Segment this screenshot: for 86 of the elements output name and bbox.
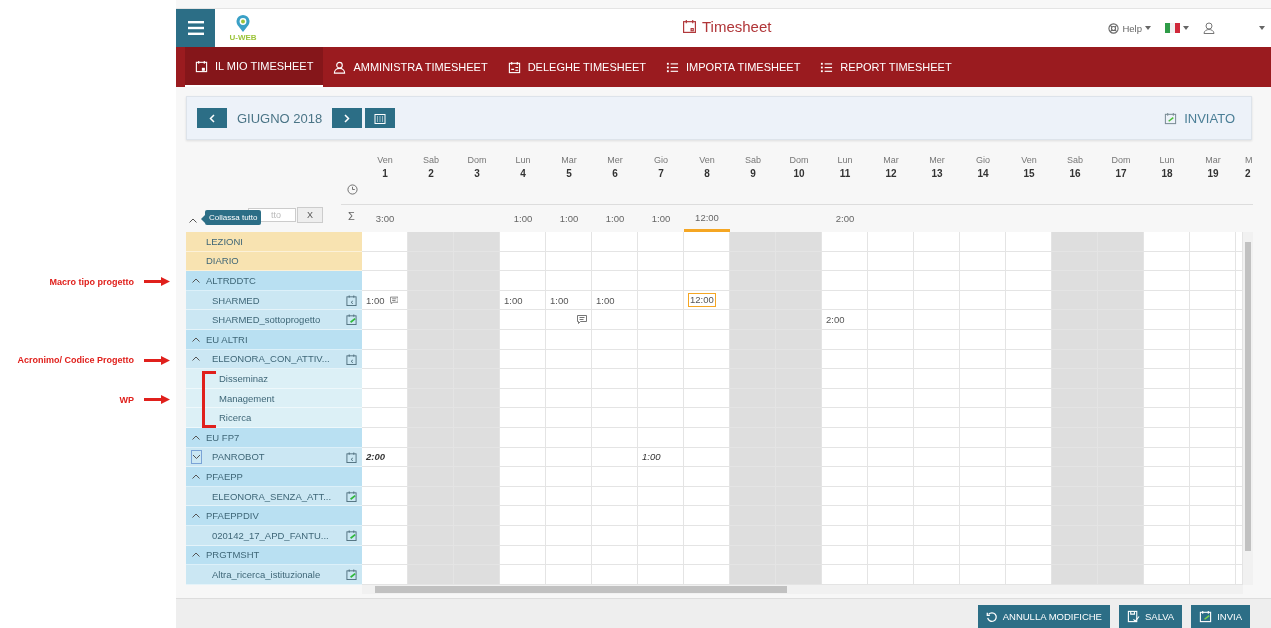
day-name: Mar (1205, 155, 1221, 165)
day-name: Sab (1067, 155, 1083, 165)
footer-button[interactable]: ANNULLA MODIFICHE (977, 605, 1110, 628)
day-total: 1:00 (513, 213, 533, 224)
status-label: INVIATO (1184, 110, 1235, 126)
day-name: Ven (699, 155, 715, 165)
day-name: Ven (377, 155, 393, 165)
day-total: 1:00 (651, 213, 671, 224)
day-total: 1:00 (559, 213, 579, 224)
nav-tab[interactable]: DELEGHE TIMESHEET (497, 47, 657, 87)
wp-label[interactable]: Management (219, 392, 275, 404)
day-name: M (1245, 155, 1253, 165)
time-cell[interactable]: 12:00 (684, 290, 730, 311)
help-menu[interactable]: Help (1108, 22, 1151, 34)
day-number: 15 (1022, 168, 1036, 179)
nav-tab[interactable]: REPORT TIMESHEET (810, 47, 962, 87)
footer-button[interactable]: SALVA (1118, 605, 1183, 628)
day-number: 2 (1245, 168, 1252, 179)
group-label[interactable]: EU ALTRI (206, 333, 248, 345)
nav-tab[interactable]: IL MIO TIMESHEET (185, 47, 324, 87)
project-label[interactable]: PANROBOT (212, 451, 265, 463)
day-name: Mer (929, 155, 945, 165)
group-label[interactable]: PRGTMSHT (206, 549, 260, 561)
day-total: 12:00 (695, 211, 719, 223)
day-number: 8 (703, 168, 711, 179)
time-cell[interactable]: 2:00 (822, 310, 868, 330)
sum-symbol: Σ (348, 210, 355, 222)
day-number: 9 (749, 168, 757, 179)
nav-tab[interactable]: AMMINISTRA TIMESHEET (323, 47, 498, 87)
day-number: 13 (930, 168, 944, 179)
day-name: Gio (976, 155, 990, 165)
day-number: 7 (657, 168, 665, 179)
day-name: Sab (745, 155, 761, 165)
day-total: 2:00 (835, 213, 855, 224)
page-title: Timesheet (702, 18, 772, 35)
day-name: Mar (883, 155, 899, 165)
group-label[interactable]: PFAEPP (206, 470, 243, 482)
group-label[interactable]: ALTRDDTC (206, 275, 256, 286)
group-label[interactable]: EU FP7 (206, 431, 240, 443)
clear-button[interactable]: X (297, 207, 323, 223)
time-cell[interactable]: 1:00 (546, 290, 592, 311)
day-name: Lun (1159, 155, 1175, 165)
day-number: 2 (427, 168, 435, 179)
annotation-label: Acronimo/ Codice Progetto (17, 355, 134, 366)
nav-tab[interactable]: IMPORTA TIMESHEET (656, 47, 811, 87)
day-name: Dom (789, 155, 809, 165)
day-number: 16 (1068, 168, 1082, 179)
day-number: 14 (976, 168, 990, 179)
time-cell[interactable]: 1:00 (362, 290, 408, 311)
day-number: 12 (884, 168, 898, 179)
time-cell[interactable]: 1:00 (500, 290, 546, 311)
time-cell[interactable]: 1:00 (592, 290, 638, 311)
day-number: 5 (565, 168, 573, 179)
time-cell[interactable]: 2:00 (362, 447, 408, 468)
project-label[interactable]: SHARMED (212, 294, 260, 306)
annotation-label: WP (119, 394, 134, 405)
day-number: 6 (611, 168, 619, 179)
day-number: 11 (838, 168, 852, 179)
day-number: 17 (1114, 168, 1128, 179)
day-name: Dom (467, 155, 487, 165)
logo-text: U-WEB (229, 32, 257, 42)
day-name: Sab (423, 155, 439, 165)
day-number: 10 (792, 168, 806, 179)
activity-label[interactable]: DIARIO (206, 255, 239, 267)
activity-label[interactable]: LEZIONI (206, 235, 243, 247)
day-name: Mer (607, 155, 623, 165)
day-name: Ven (1021, 155, 1037, 165)
day-number: 18 (1160, 168, 1174, 179)
wp-label[interactable]: Disseminaz (219, 372, 269, 384)
wp-label[interactable]: Ricerca (219, 412, 252, 424)
day-number: 1 (381, 168, 389, 179)
time-cell[interactable]: 1:00 (638, 447, 684, 468)
day-name: Dom (1111, 155, 1131, 165)
day-number: 3 (473, 168, 481, 179)
day-name: Lun (515, 155, 531, 165)
footer-button[interactable]: INVIA (1191, 605, 1250, 628)
day-name: Mar (561, 155, 577, 165)
day-name: Gio (654, 155, 668, 165)
day-total: 3:00 (375, 213, 395, 224)
group-label[interactable]: PFAEPPDIV (206, 510, 259, 522)
day-total: 1:00 (605, 213, 625, 224)
day-number: 19 (1206, 168, 1220, 179)
day-name: Lun (837, 155, 853, 165)
day-number: 4 (519, 168, 527, 179)
month-label: GIUGNO 2018 (237, 110, 323, 126)
annotation-label: Macro tipo progetto (49, 277, 134, 287)
